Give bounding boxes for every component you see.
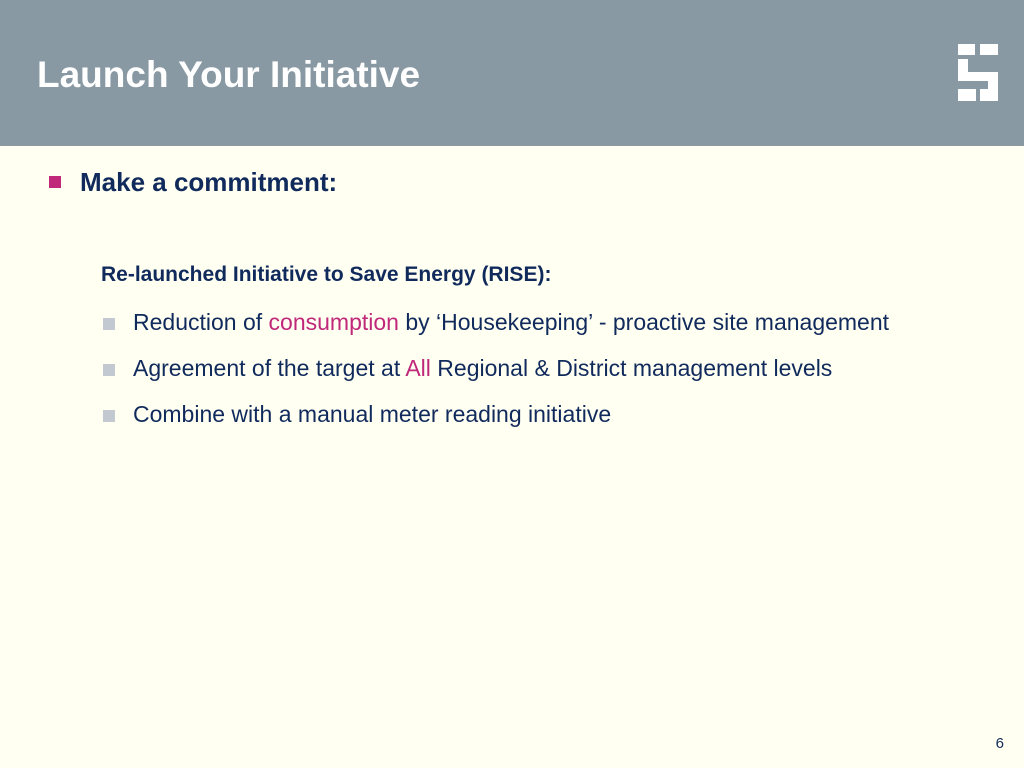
list-item-text: Agreement of the target at All Regional … xyxy=(133,355,833,381)
square-bullet-icon xyxy=(103,410,115,422)
commitment-heading: Make a commitment: xyxy=(80,167,338,197)
highlight-word: consumption xyxy=(268,309,399,335)
company-logo-icon xyxy=(958,44,998,101)
list-item-text: Combine with a manual meter reading init… xyxy=(133,401,612,427)
title-bar: Launch Your Initiative xyxy=(0,0,1024,146)
highlight-word: All xyxy=(405,355,431,381)
page-number: 6 xyxy=(995,735,1004,752)
slide-title: Launch Your Initiative xyxy=(37,54,421,95)
square-bullet-icon xyxy=(49,176,61,188)
rise-subheading: Re-launched Initiative to Save Energy (R… xyxy=(101,263,552,286)
square-bullet-icon xyxy=(103,364,115,376)
list-item-text: Reduction of consumption by ‘Housekeepin… xyxy=(133,309,890,335)
square-bullet-icon xyxy=(103,318,115,330)
